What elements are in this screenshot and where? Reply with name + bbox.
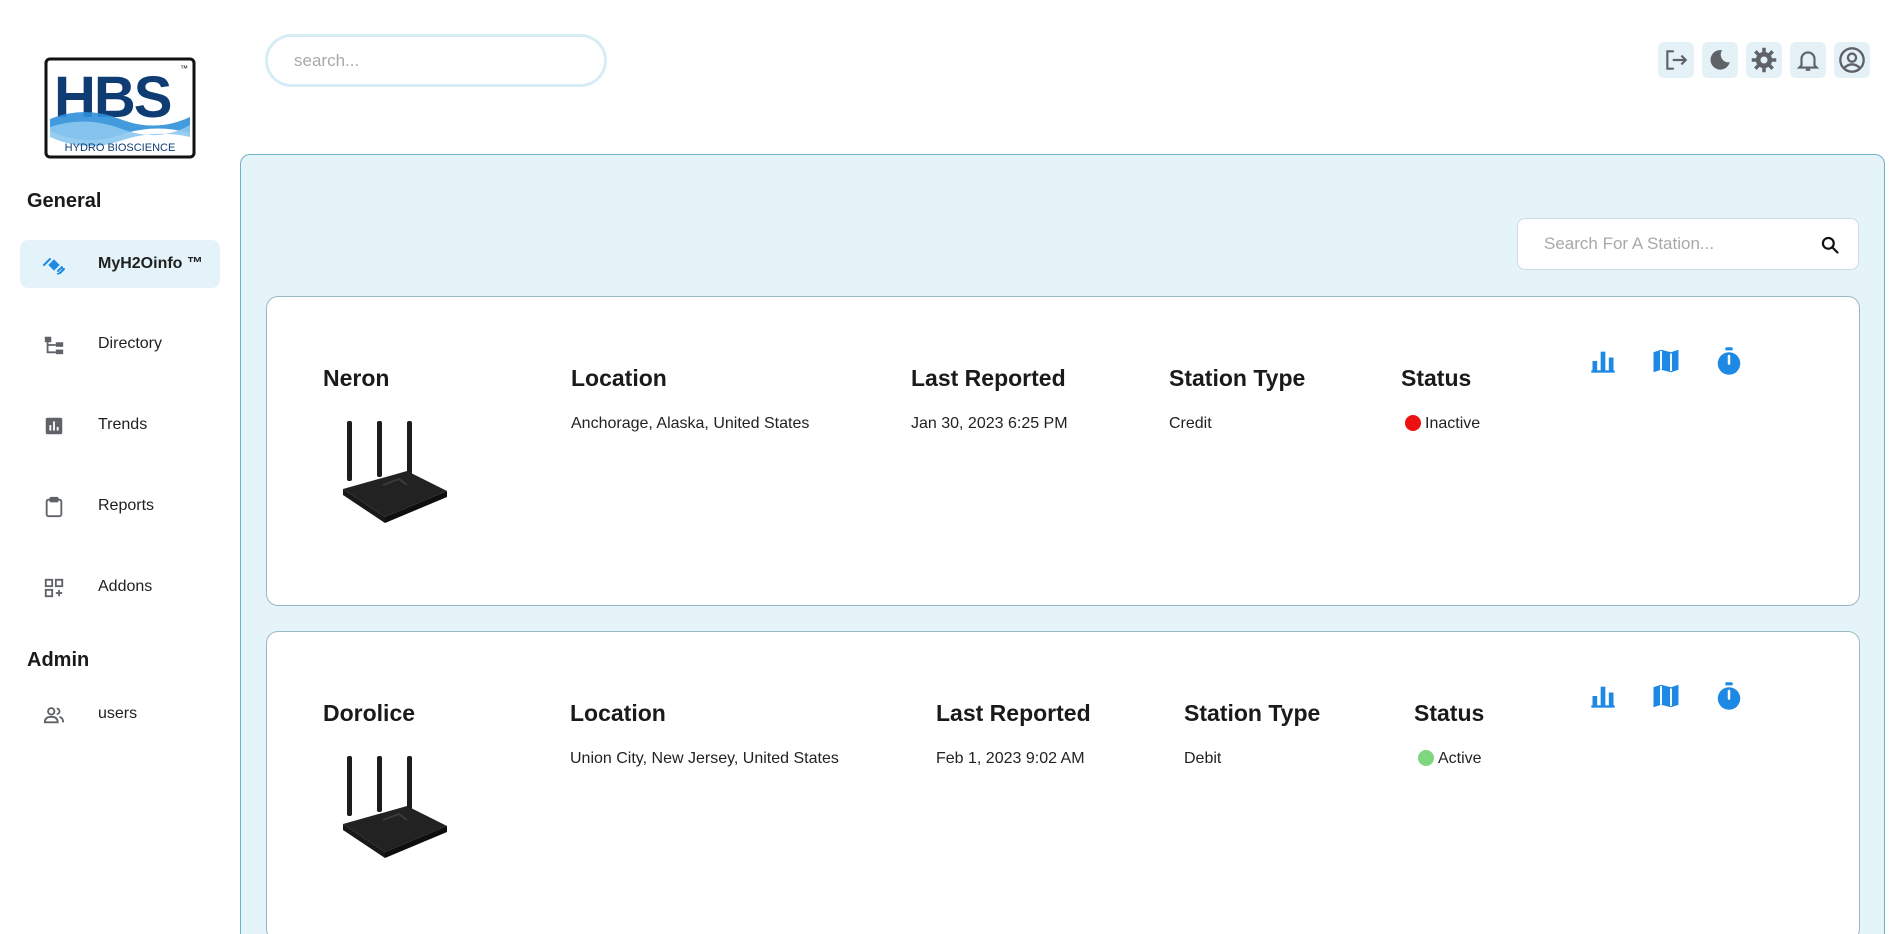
sidebar-item-label: Addons <box>98 578 153 595</box>
search-icon[interactable] <box>1820 235 1840 255</box>
sidebar-item-myh2oinfo[interactable]: MyH2Oinfo ™ <box>20 240 220 288</box>
station-type-value: Credit <box>1169 415 1212 432</box>
svg-text:™: ™ <box>180 64 188 73</box>
trends-chart-icon[interactable] <box>1587 680 1619 712</box>
logout-icon[interactable] <box>1658 42 1694 78</box>
last-reported-header: Last Reported <box>936 700 1091 726</box>
dark-mode-icon[interactable] <box>1702 42 1738 78</box>
location-value: Anchorage, Alaska, United States <box>571 415 810 432</box>
notifications-icon[interactable] <box>1790 42 1826 78</box>
trends-chart-icon[interactable] <box>1587 345 1619 377</box>
sidebar-item-label: MyH2Oinfo ™ <box>98 255 203 272</box>
station-card: Dorolice Location Union City, New Jersey… <box>266 631 1860 934</box>
users-icon <box>42 703 66 727</box>
station-search-input[interactable] <box>1518 219 1808 269</box>
station-search-box <box>1517 218 1859 270</box>
last-reported-value: Jan 30, 2023 6:25 PM <box>911 415 1068 432</box>
settings-icon[interactable] <box>1746 42 1782 78</box>
status-text: Active <box>1438 750 1482 767</box>
sidebar-item-trends[interactable]: Trends <box>20 401 220 449</box>
sidebar: HBS HYDRO BIOSCIENCE ™ General MyH2Oinfo… <box>0 0 240 934</box>
location-header: Location <box>570 700 666 726</box>
sidebar-item-label: users <box>98 705 138 722</box>
timer-icon[interactable] <box>1713 345 1745 377</box>
status-text: Inactive <box>1425 415 1481 432</box>
sidebar-item-reports[interactable]: Reports <box>20 482 220 530</box>
account-icon[interactable] <box>1834 42 1870 78</box>
svg-text:HYDRO BIOSCIENCE: HYDRO BIOSCIENCE <box>65 142 176 154</box>
location-header: Location <box>571 365 667 391</box>
sidebar-item-label: Reports <box>98 497 155 514</box>
status-value: Inactive <box>1405 415 1480 433</box>
stations-panel: Neron Location Anchorage, Alaska, United… <box>240 154 1885 934</box>
station-type-value: Debit <box>1184 750 1222 767</box>
directory-tree-icon <box>42 333 66 357</box>
status-dot <box>1418 750 1434 766</box>
map-icon[interactable] <box>1650 680 1682 712</box>
clipboard-icon <box>42 495 66 519</box>
station-card: Neron Location Anchorage, Alaska, United… <box>266 296 1860 606</box>
general-section-title: General <box>27 190 102 212</box>
addons-grid-icon <box>42 576 66 600</box>
router-image <box>337 754 459 858</box>
status-header: Status <box>1401 365 1472 391</box>
chart-icon <box>42 414 66 438</box>
station-type-header: Station Type <box>1184 700 1321 726</box>
header-actions <box>1652 42 1892 82</box>
last-reported-value: Feb 1, 2023 9:02 AM <box>936 750 1085 767</box>
last-reported-header: Last Reported <box>911 365 1066 391</box>
status-value: Active <box>1418 750 1482 768</box>
map-icon[interactable] <box>1650 345 1682 377</box>
app-root: HBS HYDRO BIOSCIENCE ™ General MyH2Oinfo… <box>0 0 1892 934</box>
admin-section-title: Admin <box>27 649 90 671</box>
hbs-logo[interactable]: HBS HYDRO BIOSCIENCE ™ <box>44 57 196 159</box>
timer-icon[interactable] <box>1713 680 1745 712</box>
sidebar-item-label: Trends <box>98 416 148 433</box>
sidebar-item-directory[interactable]: Directory <box>20 320 220 368</box>
satellite-icon <box>42 253 66 277</box>
sidebar-item-label: Directory <box>98 335 163 352</box>
sidebar-item-addons[interactable]: Addons <box>20 563 220 611</box>
station-name: Neron <box>323 365 390 391</box>
global-search-input[interactable] <box>265 34 607 87</box>
sidebar-item-users[interactable]: users <box>20 690 220 738</box>
router-image <box>337 419 459 523</box>
station-name: Dorolice <box>323 700 416 726</box>
status-header: Status <box>1414 700 1485 726</box>
station-type-header: Station Type <box>1169 365 1306 391</box>
location-value: Union City, New Jersey, United States <box>570 750 839 767</box>
status-dot <box>1405 415 1421 431</box>
